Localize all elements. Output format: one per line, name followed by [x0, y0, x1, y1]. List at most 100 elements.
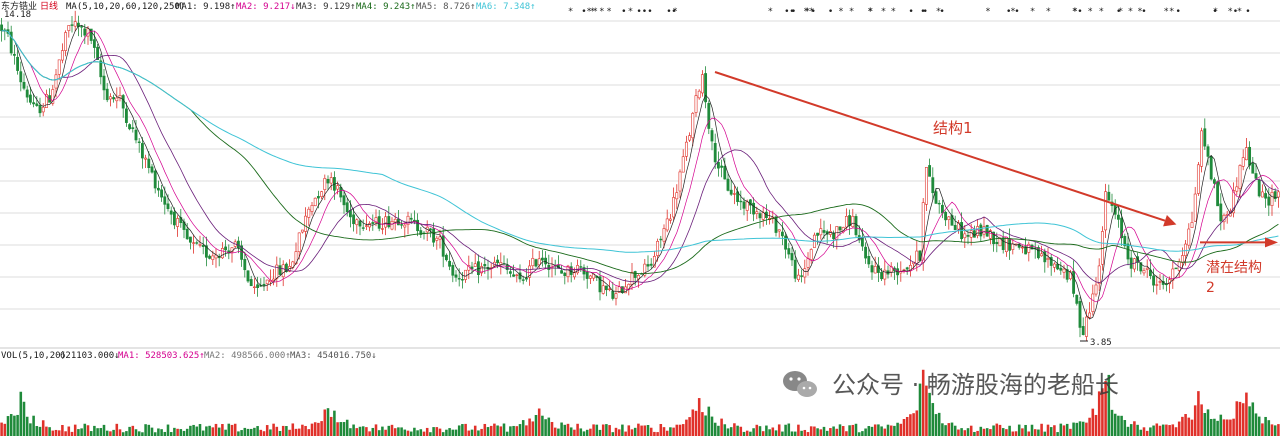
volume-bar	[566, 423, 570, 436]
volume-bar	[297, 428, 301, 436]
volume-bar	[537, 408, 541, 436]
volume-bar	[157, 428, 160, 436]
volume-bar	[102, 424, 106, 436]
volume-bar	[525, 425, 528, 436]
candle-body	[1008, 238, 1012, 251]
volume-bar	[656, 432, 659, 436]
candle-body	[380, 228, 384, 230]
volume-bar	[80, 428, 83, 436]
volume-bar	[765, 425, 768, 436]
candle-body	[1075, 294, 1079, 304]
volume-bar	[1037, 429, 1040, 436]
candle-body	[1251, 163, 1255, 174]
candle-body	[995, 241, 999, 245]
volume-bar	[777, 424, 781, 436]
volume-bar	[441, 432, 445, 436]
candle-body	[822, 230, 826, 233]
volume-bar	[909, 414, 912, 436]
volume-bar	[1184, 414, 1187, 436]
candle-body	[428, 228, 432, 231]
volume-bar	[1049, 427, 1053, 436]
candle-body	[198, 244, 202, 246]
volume-bar	[128, 426, 131, 436]
volume-bar	[509, 426, 512, 436]
volume-bar	[774, 430, 778, 436]
candle-body	[1142, 270, 1146, 274]
candle-body	[345, 202, 349, 213]
candle-body	[758, 213, 762, 219]
volume-bar	[489, 425, 493, 436]
volume-bar	[912, 413, 915, 436]
candle-body	[387, 216, 391, 228]
volume-bar	[1142, 427, 1146, 436]
volume-bar	[889, 425, 893, 436]
volume-bar	[822, 426, 826, 436]
candle-body	[1020, 246, 1024, 249]
volume-bar	[0, 422, 3, 436]
signal-mark: *	[768, 7, 773, 17]
volume-bar	[982, 428, 986, 436]
signal-mark: *	[868, 7, 873, 17]
volume-bar	[355, 428, 359, 436]
candle-body	[352, 214, 356, 225]
volume-bar	[125, 431, 128, 436]
candle-body	[675, 192, 679, 200]
signal-mark: *	[1228, 7, 1233, 17]
volume-bar	[288, 429, 291, 436]
candle-body	[1088, 312, 1092, 318]
candle-body	[400, 224, 404, 226]
candle-body	[579, 266, 583, 268]
signal-mark: *	[599, 7, 604, 17]
volume-bar	[425, 427, 429, 436]
volume-bar	[9, 414, 13, 436]
volume-bar	[771, 427, 775, 436]
volume-bar	[432, 427, 435, 436]
volume-bar	[893, 425, 896, 436]
volume-bar	[1072, 422, 1075, 436]
volume-bar	[96, 428, 99, 436]
volume-bar	[393, 428, 397, 436]
candle-body	[80, 26, 84, 28]
signal-mark: *	[1046, 7, 1051, 17]
signal-mark: *	[1099, 7, 1104, 17]
volume-bar	[579, 428, 583, 436]
candle-body	[438, 236, 442, 240]
candle-body	[28, 94, 32, 103]
volume-bar	[1174, 427, 1178, 436]
volume-bar	[1136, 424, 1139, 436]
candle-body	[131, 127, 135, 130]
candle-body	[560, 270, 564, 274]
candle-body	[1212, 179, 1216, 184]
signal-mark: •	[828, 7, 833, 17]
candle-body	[1052, 263, 1056, 268]
candle-body	[1260, 191, 1264, 198]
volume-bar	[336, 422, 339, 436]
candle-body	[220, 248, 224, 259]
volume-bar	[86, 425, 90, 436]
volume-bar	[454, 429, 458, 436]
volume-bar	[790, 431, 794, 436]
candle-body	[1187, 228, 1191, 246]
volume-bar	[621, 424, 624, 436]
candle-body	[1152, 275, 1156, 286]
candle-body	[300, 229, 304, 233]
volume-bar	[688, 417, 691, 436]
candle-body	[1190, 222, 1194, 228]
ma-header-value-5: MA5: 8.726↑	[416, 2, 476, 12]
volume-bar	[1033, 429, 1037, 436]
volume-ma-value-2: MA2: 498566.000↑	[204, 351, 291, 361]
volume-bar	[358, 426, 362, 436]
volume-bar	[1187, 417, 1191, 436]
volume-bar	[1209, 418, 1213, 436]
candle-body	[108, 96, 112, 100]
volume-bar	[861, 431, 864, 436]
candle-body	[1094, 284, 1098, 295]
watermark-text: 公众号 · 畅游股海的老船长	[832, 371, 1119, 399]
candle-body	[140, 143, 144, 159]
signal-mark: *	[606, 7, 611, 17]
volume-bar	[931, 403, 935, 436]
candle-body	[371, 222, 375, 224]
volume-bar	[697, 398, 701, 436]
volume-bar	[665, 430, 669, 436]
volume-bar	[390, 424, 394, 436]
